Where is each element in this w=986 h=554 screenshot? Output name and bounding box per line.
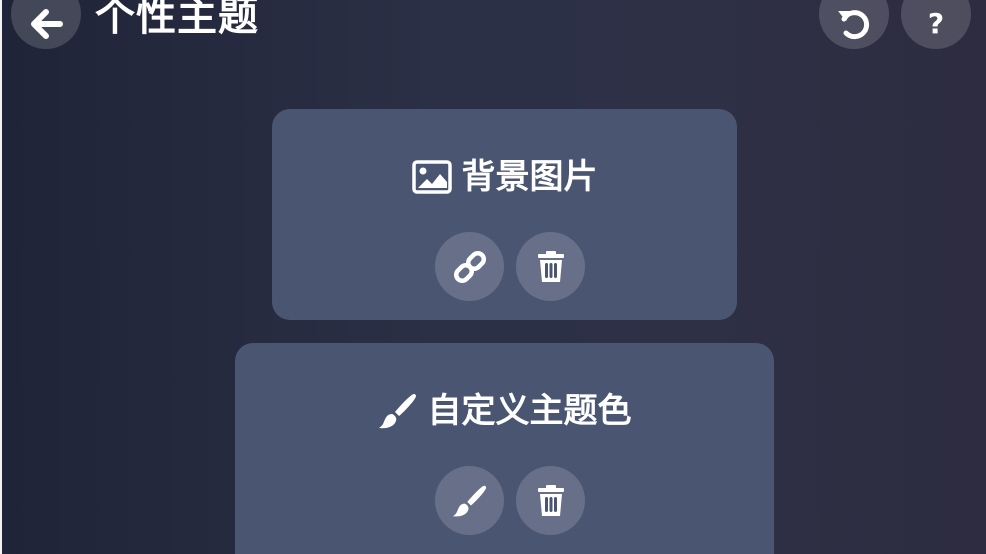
help-button[interactable]: ? [901, 0, 971, 49]
trash-icon [537, 484, 564, 516]
set-background-link-button[interactable] [435, 232, 504, 301]
link-icon [453, 250, 486, 283]
background-image-actions [435, 232, 585, 301]
window-edge [0, 0, 2, 554]
back-button[interactable] [11, 0, 81, 49]
page-title: 个性主题 [95, 0, 259, 40]
theme-settings-screen: 个性主题 ? 背景图片 自定义主题色 [0, 0, 986, 554]
question-icon: ? [927, 7, 945, 40]
delete-theme-color-button[interactable] [516, 466, 585, 535]
pick-theme-color-button[interactable] [435, 466, 504, 535]
reset-button[interactable] [819, 0, 889, 49]
undo-icon [838, 10, 870, 40]
paintbrush-icon [452, 485, 486, 516]
trash-icon [537, 250, 564, 282]
image-icon [411, 160, 452, 194]
delete-background-button[interactable] [516, 232, 585, 301]
arrow-left-icon [31, 9, 63, 39]
custom-color-actions [435, 466, 585, 535]
